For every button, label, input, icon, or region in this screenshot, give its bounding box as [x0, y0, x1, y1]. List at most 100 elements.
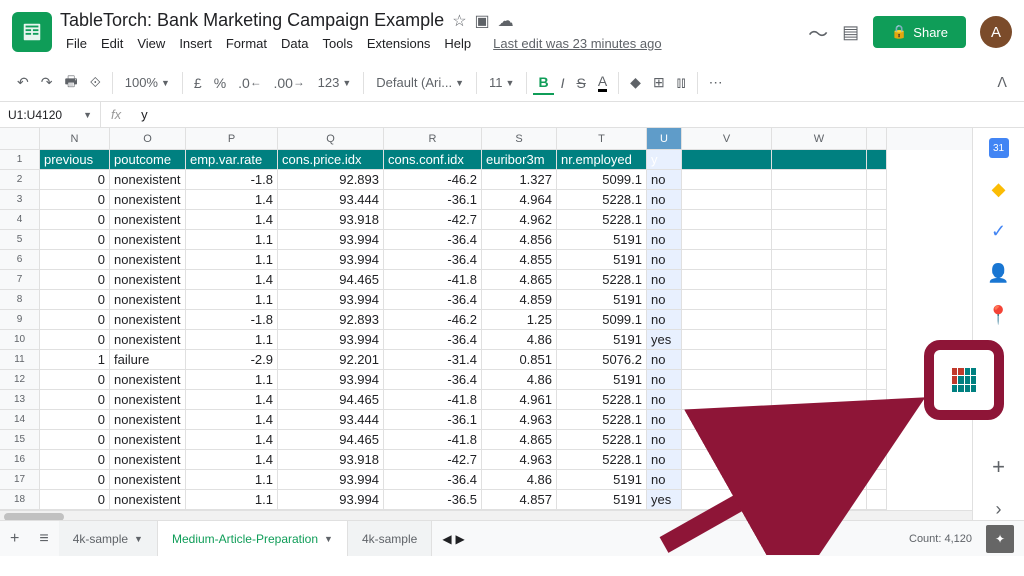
data-cell[interactable]: yes: [647, 330, 682, 350]
data-cell[interactable]: [682, 410, 772, 430]
data-cell[interactable]: -41.8: [384, 270, 482, 290]
data-cell[interactable]: 5191: [557, 490, 647, 510]
data-cell[interactable]: [867, 290, 887, 310]
data-cell[interactable]: [682, 270, 772, 290]
data-cell[interactable]: [867, 390, 887, 410]
data-cell[interactable]: 1.327: [482, 170, 557, 190]
data-cell[interactable]: [682, 170, 772, 190]
data-cell[interactable]: 5228.1: [557, 390, 647, 410]
column-header-Q[interactable]: Q: [278, 128, 384, 150]
data-cell[interactable]: no: [647, 370, 682, 390]
data-cell[interactable]: 0: [40, 290, 110, 310]
data-cell[interactable]: nonexistent: [110, 330, 186, 350]
menu-file[interactable]: File: [60, 33, 93, 54]
data-cell[interactable]: 4.86: [482, 330, 557, 350]
hide-panel-icon[interactable]: ›: [988, 498, 1010, 520]
column-header-V[interactable]: V: [682, 128, 772, 150]
font-select[interactable]: Default (Ari...▼: [370, 72, 470, 93]
scroll-tabs-left[interactable]: ◀: [442, 532, 451, 546]
data-cell[interactable]: 5191: [557, 370, 647, 390]
data-cell[interactable]: 5191: [557, 230, 647, 250]
data-cell[interactable]: [772, 190, 867, 210]
data-cell[interactable]: 93.444: [278, 190, 384, 210]
menu-insert[interactable]: Insert: [173, 33, 218, 54]
data-cell[interactable]: 1.1: [186, 470, 278, 490]
data-cell[interactable]: -36.1: [384, 410, 482, 430]
data-cell[interactable]: 4.865: [482, 270, 557, 290]
data-cell[interactable]: 4.855: [482, 250, 557, 270]
add-sheet-button[interactable]: +: [0, 530, 29, 548]
data-cell[interactable]: -1.8: [186, 170, 278, 190]
data-cell[interactable]: [867, 170, 887, 190]
data-cell[interactable]: -42.7: [384, 210, 482, 230]
data-cell[interactable]: no: [647, 410, 682, 430]
data-cell[interactable]: 5228.1: [557, 450, 647, 470]
data-cell[interactable]: 4.865: [482, 430, 557, 450]
row-header[interactable]: 2: [0, 170, 40, 190]
row-header[interactable]: 17: [0, 470, 40, 490]
data-cell[interactable]: [867, 270, 887, 290]
menu-tools[interactable]: Tools: [316, 33, 358, 54]
data-cell[interactable]: [772, 170, 867, 190]
data-cell[interactable]: nonexistent: [110, 490, 186, 510]
font-size-select[interactable]: 11▼: [483, 72, 520, 93]
data-cell[interactable]: no: [647, 210, 682, 230]
data-cell[interactable]: [682, 210, 772, 230]
data-cell[interactable]: no: [647, 470, 682, 490]
name-box[interactable]: U1:U4120▼: [0, 108, 100, 122]
tab-4k-sample-1[interactable]: 4k-sample▼: [59, 521, 158, 556]
data-cell[interactable]: 1.4: [186, 190, 278, 210]
share-button[interactable]: 🔒 Share: [873, 16, 966, 48]
data-cell[interactable]: 4.856: [482, 230, 557, 250]
column-header-W[interactable]: W: [772, 128, 867, 150]
data-cell[interactable]: [772, 370, 867, 390]
data-cell[interactable]: yes: [647, 490, 682, 510]
data-cell[interactable]: -46.2: [384, 310, 482, 330]
data-cell[interactable]: -46.2: [384, 170, 482, 190]
data-cell[interactable]: [682, 390, 772, 410]
horizontal-scrollbar[interactable]: [0, 510, 972, 520]
row-header[interactable]: 3: [0, 190, 40, 210]
header-cell[interactable]: cons.price.idx: [278, 150, 384, 170]
data-cell[interactable]: 94.465: [278, 430, 384, 450]
data-cell[interactable]: 93.994: [278, 230, 384, 250]
document-title[interactable]: TableTorch: Bank Marketing Campaign Exam…: [60, 10, 444, 31]
data-cell[interactable]: [682, 250, 772, 270]
data-cell[interactable]: 0: [40, 410, 110, 430]
data-cell[interactable]: 1.4: [186, 210, 278, 230]
data-cell[interactable]: [682, 490, 772, 510]
menu-format[interactable]: Format: [220, 33, 273, 54]
row-header[interactable]: 11: [0, 350, 40, 370]
formula-input[interactable]: y: [131, 107, 158, 122]
menu-view[interactable]: View: [131, 33, 171, 54]
data-cell[interactable]: no: [647, 230, 682, 250]
data-cell[interactable]: 1.1: [186, 490, 278, 510]
header-cell[interactable]: [867, 150, 887, 170]
row-header[interactable]: 9: [0, 310, 40, 330]
column-header-P[interactable]: P: [186, 128, 278, 150]
data-cell[interactable]: nonexistent: [110, 370, 186, 390]
header-cell[interactable]: cons.conf.idx: [384, 150, 482, 170]
data-cell[interactable]: [682, 190, 772, 210]
data-cell[interactable]: 4.962: [482, 210, 557, 230]
data-cell[interactable]: 93.918: [278, 450, 384, 470]
data-cell[interactable]: 0: [40, 330, 110, 350]
add-addons-icon[interactable]: +: [988, 456, 1010, 478]
data-cell[interactable]: 93.994: [278, 490, 384, 510]
increase-decimal-button[interactable]: .00→: [269, 72, 310, 94]
header-cell[interactable]: euribor3m: [482, 150, 557, 170]
collapse-toolbar-button[interactable]: ᐱ: [992, 71, 1012, 94]
data-cell[interactable]: [682, 450, 772, 470]
data-cell[interactable]: [867, 430, 887, 450]
data-cell[interactable]: 4.963: [482, 450, 557, 470]
text-color-button[interactable]: A: [593, 70, 612, 95]
data-cell[interactable]: 4.86: [482, 470, 557, 490]
column-header-O[interactable]: O: [110, 128, 186, 150]
header-cell[interactable]: emp.var.rate: [186, 150, 278, 170]
data-cell[interactable]: 1.1: [186, 330, 278, 350]
data-cell[interactable]: no: [647, 190, 682, 210]
data-cell[interactable]: [682, 290, 772, 310]
header-cell[interactable]: previous: [40, 150, 110, 170]
data-cell[interactable]: 0: [40, 270, 110, 290]
data-cell[interactable]: 0: [40, 250, 110, 270]
